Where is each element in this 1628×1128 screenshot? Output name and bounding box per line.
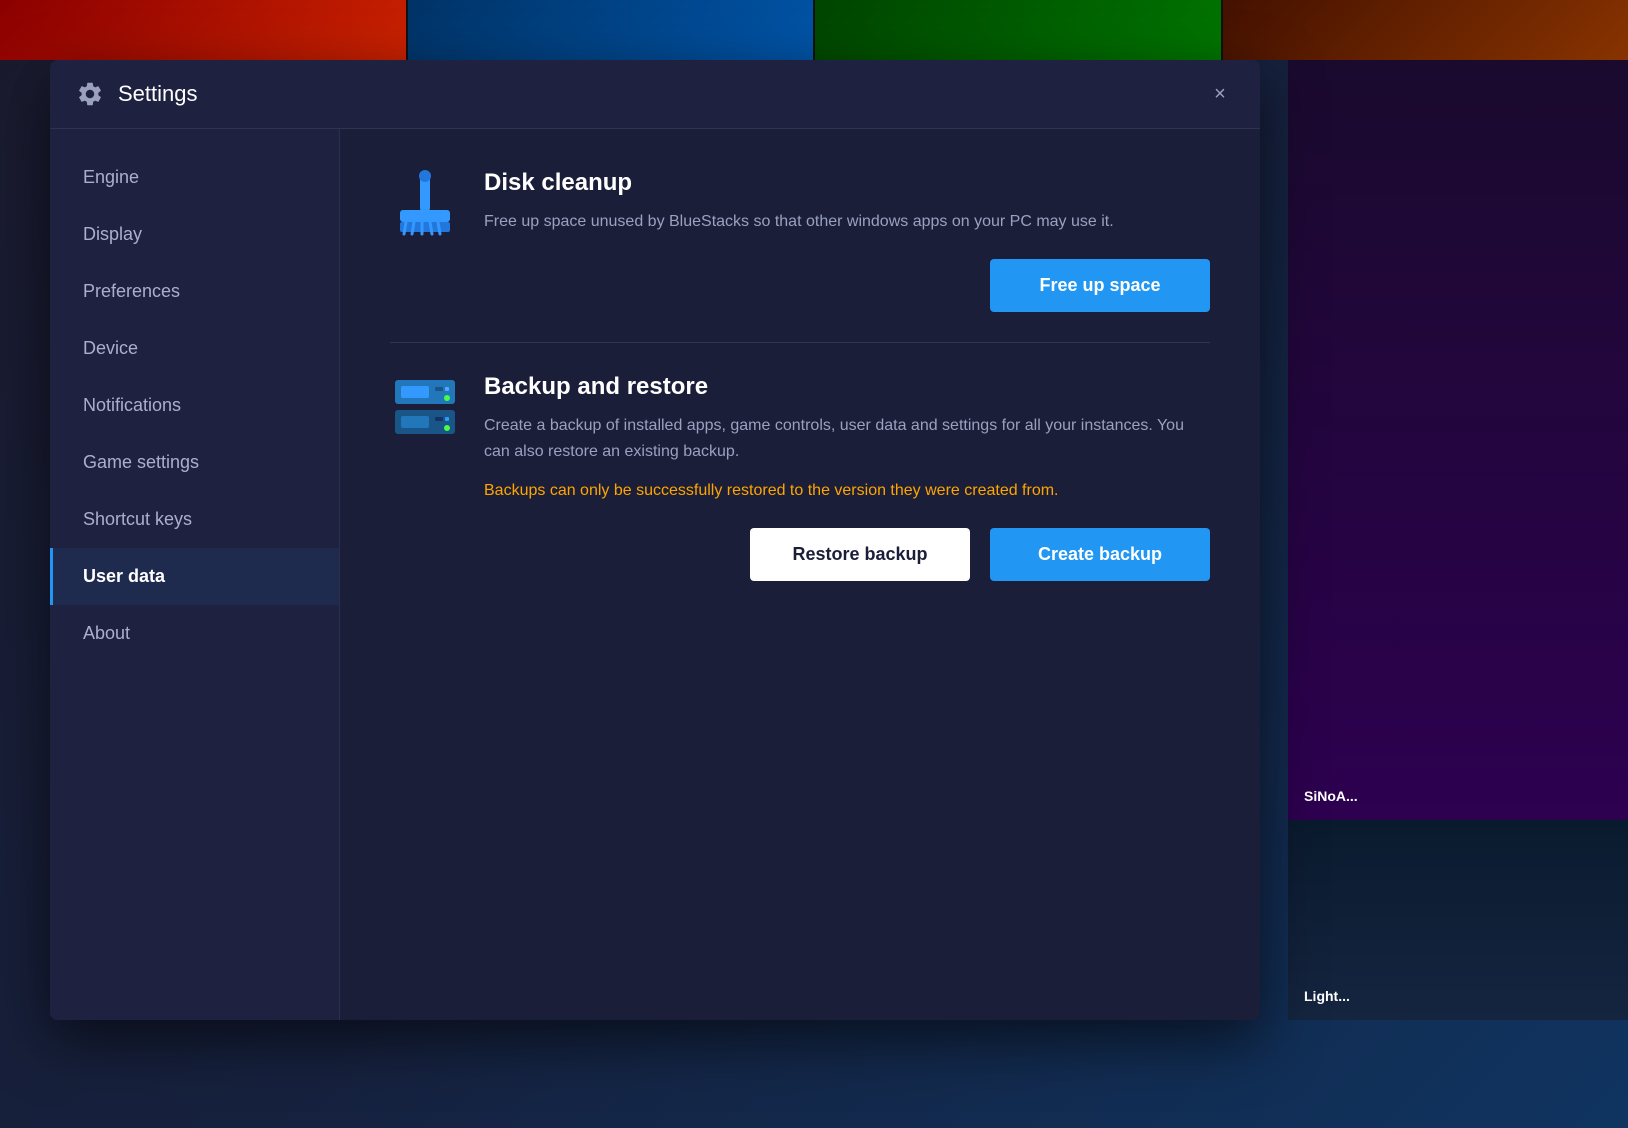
free-up-space-button[interactable]: Free up space bbox=[990, 259, 1210, 312]
sidebar-item-shortcut-keys[interactable]: Shortcut keys bbox=[50, 491, 339, 548]
sidebar: Engine Display Preferences Device Notifi… bbox=[50, 129, 340, 1020]
right-panel-bottom-label: Light... bbox=[1304, 988, 1350, 1004]
disk-cleanup-header: Disk cleanup Free up space unused by Blu… bbox=[390, 169, 1210, 239]
disk-cleanup-icon bbox=[390, 169, 460, 239]
main-content: Disk cleanup Free up space unused by Blu… bbox=[340, 129, 1260, 1020]
disk-cleanup-section: Disk cleanup Free up space unused by Blu… bbox=[390, 169, 1210, 312]
sidebar-item-game-settings[interactable]: Game settings bbox=[50, 434, 339, 491]
disk-cleanup-desc: Free up space unused by BlueStacks so th… bbox=[484, 209, 1210, 235]
backup-restore-title-area: Backup and restore Create a backup of in… bbox=[484, 373, 1210, 504]
right-game-panel: SiNoA... Light... bbox=[1288, 60, 1628, 1020]
sidebar-item-preferences[interactable]: Preferences bbox=[50, 263, 339, 320]
bg-thumb-4 bbox=[1223, 0, 1628, 60]
backup-restore-title: Backup and restore bbox=[484, 373, 1210, 401]
sidebar-item-engine[interactable]: Engine bbox=[50, 149, 339, 206]
backup-restore-header: Backup and restore Create a backup of in… bbox=[390, 373, 1210, 504]
title-left: Settings bbox=[74, 78, 198, 110]
disk-cleanup-title: Disk cleanup bbox=[484, 169, 1210, 197]
background-thumbnails bbox=[0, 0, 1628, 60]
dialog-title: Settings bbox=[118, 81, 198, 107]
settings-dialog: Settings × Engine Display Preferences De… bbox=[50, 60, 1260, 1020]
disk-cleanup-title-area: Disk cleanup Free up space unused by Blu… bbox=[484, 169, 1210, 235]
close-button[interactable]: × bbox=[1204, 78, 1236, 110]
sidebar-item-user-data[interactable]: User data bbox=[50, 548, 339, 605]
backup-restore-desc: Create a backup of installed apps, game … bbox=[484, 413, 1210, 464]
backup-restore-section: Backup and restore Create a backup of in… bbox=[390, 373, 1210, 581]
bg-thumb-1 bbox=[0, 0, 406, 60]
dialog-body: Engine Display Preferences Device Notifi… bbox=[50, 129, 1260, 1020]
backup-restore-icon bbox=[390, 373, 460, 443]
restore-backup-button[interactable]: Restore backup bbox=[750, 528, 970, 581]
title-bar: Settings × bbox=[50, 60, 1260, 129]
sidebar-item-notifications[interactable]: Notifications bbox=[50, 377, 339, 434]
settings-icon bbox=[74, 78, 106, 110]
section-divider bbox=[390, 342, 1210, 343]
backup-warning-text: Backups can only be successfully restore… bbox=[484, 478, 1210, 504]
bg-thumb-3 bbox=[815, 0, 1221, 60]
right-panel-top: SiNoA... bbox=[1288, 60, 1628, 820]
bg-thumb-2 bbox=[408, 0, 814, 60]
right-panel-top-label: SiNoA... bbox=[1304, 788, 1358, 804]
backup-restore-btn-row: Restore backup Create backup bbox=[390, 528, 1210, 581]
right-panel-bottom: Light... bbox=[1288, 820, 1628, 1020]
sidebar-item-device[interactable]: Device bbox=[50, 320, 339, 377]
sidebar-item-display[interactable]: Display bbox=[50, 206, 339, 263]
sidebar-item-about[interactable]: About bbox=[50, 605, 339, 662]
disk-cleanup-btn-row: Free up space bbox=[390, 259, 1210, 312]
create-backup-button[interactable]: Create backup bbox=[990, 528, 1210, 581]
